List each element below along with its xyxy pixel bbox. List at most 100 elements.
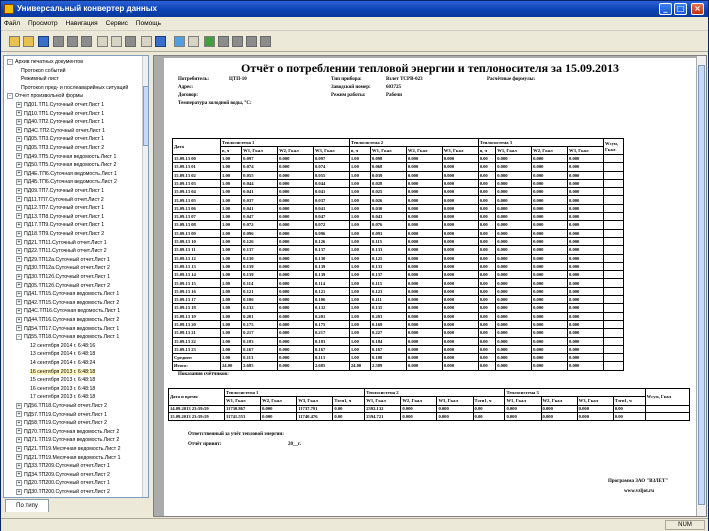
expand-icon[interactable]: +	[16, 247, 22, 254]
expand-icon[interactable]: +	[16, 445, 22, 452]
expand-icon[interactable]: +	[16, 161, 22, 168]
tree-item[interactable]: + ПД12.ТП7.Суточный отчет.Лист 1	[16, 204, 104, 212]
expand-icon[interactable]: +	[16, 136, 22, 143]
expand-icon[interactable]: +	[16, 462, 22, 469]
print-icon[interactable]	[188, 36, 199, 47]
tree-item[interactable]: + ПД21.ТП19.Месячная ведомость.Лист 1	[16, 454, 120, 462]
tree-item[interactable]: + ПД21.ТП11.Суточный отчет.Лист 1	[16, 239, 107, 247]
expand-icon[interactable]: +	[16, 110, 22, 117]
scroll-thumb[interactable]	[698, 65, 705, 505]
tree-item[interactable]: + ПД11.ТП7.Суточный отчет.Лист 2	[16, 196, 104, 204]
tree-item[interactable]: + ПД70.ТП19.Суточная ведомость.Лист 2	[16, 428, 119, 436]
grid-icon[interactable]	[97, 36, 108, 47]
tree-item[interactable]: + ПД22.ТП11.Суточный отчет.Лист 2	[16, 247, 107, 255]
expand-icon[interactable]: +	[16, 290, 22, 297]
menu-service[interactable]: Сервис	[103, 17, 131, 31]
tree-item[interactable]: + ПД29.ТП12а.Суточный отчет.Лист 1	[16, 256, 110, 264]
expand-icon[interactable]: +	[16, 282, 22, 289]
expand-icon[interactable]: +	[16, 480, 22, 487]
expand-icon[interactable]: +	[16, 299, 22, 306]
tool-icon[interactable]	[67, 36, 78, 47]
expand-icon[interactable]: +	[16, 179, 22, 186]
tree-item[interactable]: + ПД4Е.ТП6.Суточная ведомость.Лист 1	[16, 170, 117, 178]
expand-icon[interactable]: +	[16, 308, 22, 315]
tab-by-type[interactable]: По типу	[5, 499, 49, 512]
expand-icon[interactable]: +	[16, 437, 22, 444]
tree-item[interactable]: + ПД10.ТП1.Суточный отчет.Лист 1	[16, 110, 104, 118]
minimize-button[interactable]: _	[659, 3, 672, 15]
tree-item[interactable]: + ПД42.ТП15.Суточная ведомость.Лист 2	[16, 299, 119, 307]
scroll-thumb[interactable]	[143, 86, 148, 146]
expand-icon[interactable]: +	[16, 265, 22, 272]
report-scrollbar[interactable]	[697, 56, 706, 516]
expand-icon[interactable]: +	[16, 170, 22, 177]
tree-item[interactable]: + ПД18.ТП9.Суточный отчет.Лист 2	[16, 230, 104, 238]
tree-item[interactable]: 16 сентября 2013 г. 6:48:18	[25, 368, 96, 376]
expand-icon[interactable]: +	[16, 144, 22, 151]
collapse-icon[interactable]: -	[7, 93, 13, 100]
tree-item[interactable]: + ПД57.ТП19.Суточный отчет.Лист 1	[16, 411, 107, 419]
tree-item[interactable]: + ПД05.ТП3.Суточный отчет.Лист 1	[16, 135, 104, 143]
tool-icon[interactable]	[260, 36, 271, 47]
tree-item[interactable]: Протокол событий	[16, 67, 66, 75]
tree-item[interactable]: 15 сентября 2013 г. 6:48:18	[25, 376, 95, 384]
expand-icon[interactable]: +	[16, 187, 22, 194]
expand-icon[interactable]: +	[16, 204, 22, 211]
tree-item[interactable]: 17 сентября 2013 г. 6:48:18	[25, 393, 95, 401]
menu-view[interactable]: Просмотр	[25, 17, 61, 31]
tree-item[interactable]: + ПД05.ТП3.Суточный отчет.Лист 2	[16, 144, 104, 152]
tree-item[interactable]: + ПД41.ТП15.Суточная ведомость.Лист 1	[16, 290, 119, 298]
expand-icon[interactable]: +	[16, 454, 22, 461]
menu-file[interactable]: Файл	[1, 17, 23, 31]
tree-item[interactable]: + ПД50.ТП5.Суточная ведомость.Лист 2	[16, 161, 116, 169]
tree-item[interactable]: 16 сентября 2013 г. 6:48:18	[25, 385, 95, 393]
menu-navigation[interactable]: Навигация	[63, 17, 101, 31]
tree-item[interactable]: - Архив печатных документов	[7, 58, 83, 66]
open-folder-icon[interactable]	[9, 36, 20, 47]
tool-icon[interactable]	[232, 36, 243, 47]
tree-item[interactable]: + ПД54.ТП17.Суточная ведомость.Лист 1	[16, 325, 119, 333]
expand-icon[interactable]: +	[16, 488, 22, 495]
expand-icon[interactable]: +	[16, 127, 22, 134]
tree-item[interactable]: 14 сентября 2014 г. 6:48:24	[25, 359, 95, 367]
tree-item[interactable]: + ПД20.ТП200.Суточный отчет.Лист 1	[16, 479, 110, 487]
expand-icon[interactable]: +	[16, 230, 22, 237]
expand-icon[interactable]: +	[16, 256, 22, 263]
tree-item[interactable]: 13 сентября 2014 г. 6:48:18	[25, 350, 95, 358]
expand-icon[interactable]: +	[16, 402, 22, 409]
tree-item[interactable]: - ПД55.ТП18.Суточная ведомость.Лист 1	[16, 333, 119, 341]
tree-item[interactable]: + ПД71.ТП19.Суточная ведомость.Лист 2	[16, 436, 119, 444]
save-icon[interactable]	[155, 36, 166, 47]
tree-item[interactable]: 12 сентября 2014 г. 6:48:16	[25, 342, 95, 350]
tree-item[interactable]: + ПД01.ТП1.Суточный отчет.Лист 1	[16, 101, 104, 109]
expand-icon[interactable]: +	[16, 118, 22, 125]
tree-item[interactable]: + ПД13.ТП8.Суточный отчет.Лист 1	[16, 213, 104, 221]
tree-item[interactable]: + ПД33.ТП209.Суточный отчет.Лист 1	[16, 462, 110, 470]
tool-icon[interactable]	[81, 36, 92, 47]
collapse-icon[interactable]: -	[7, 58, 13, 65]
expand-icon[interactable]: +	[16, 196, 22, 203]
expand-icon[interactable]: +	[16, 411, 22, 418]
tree-item[interactable]: + ПД30.ТП200.Суточный отчет.Лист 2	[16, 488, 110, 496]
navigation-tree[interactable]: - Архив печатных документов Протокол событ…	[3, 55, 149, 498]
tree-item[interactable]: + ПД17.ТП9.Суточный отчет.Лист 1	[16, 221, 104, 229]
tree-item[interactable]: + ПД05.ТП12б.Суточный отчет.Лист 2	[16, 282, 110, 290]
tree-item[interactable]: + ПД4С.ТП2.Суточный отчет.Лист 1	[16, 127, 105, 135]
expand-icon[interactable]: +	[16, 222, 22, 229]
tree-scrollbar[interactable]	[142, 56, 148, 497]
tool-icon[interactable]	[125, 36, 136, 47]
tree-item[interactable]: + ПД21.ТП19.Месячная ведомость.Лист 2	[16, 445, 120, 453]
tree-item[interactable]: + ПД49.ТП5.Суточная ведомость.Лист 1	[16, 153, 116, 161]
maximize-button[interactable]: □	[674, 3, 687, 15]
tree-item[interactable]: Протокол пред- и послеаварийных ситуаций	[16, 84, 128, 92]
title-bar[interactable]: Универсальный конвертер данных _ □ ×	[1, 1, 708, 17]
collapse-icon[interactable]: -	[16, 333, 22, 340]
tree-item[interactable]: + ПД34.ТП209.Суточный отчет.Лист 2	[16, 471, 110, 479]
menu-help[interactable]: Помощь	[133, 17, 164, 31]
tree-item[interactable]: + ПД30.ТП12а.Суточный отчет.Лист 2	[16, 264, 110, 272]
tree-item[interactable]: + ПД30.ТП12б.Суточный отчет.Лист 1	[16, 273, 110, 281]
close-button[interactable]: ×	[691, 3, 704, 15]
tree-item[interactable]: + ПД4Б.ТП6.Суточная ведомость.Лист 2	[16, 178, 117, 186]
tree-item[interactable]: + ПД56.ТП18.Суточный отчет.Лист 2	[16, 402, 107, 410]
tree-item[interactable]: + ПД09.ТП7.Суточный отчет.Лист 1	[16, 187, 104, 195]
